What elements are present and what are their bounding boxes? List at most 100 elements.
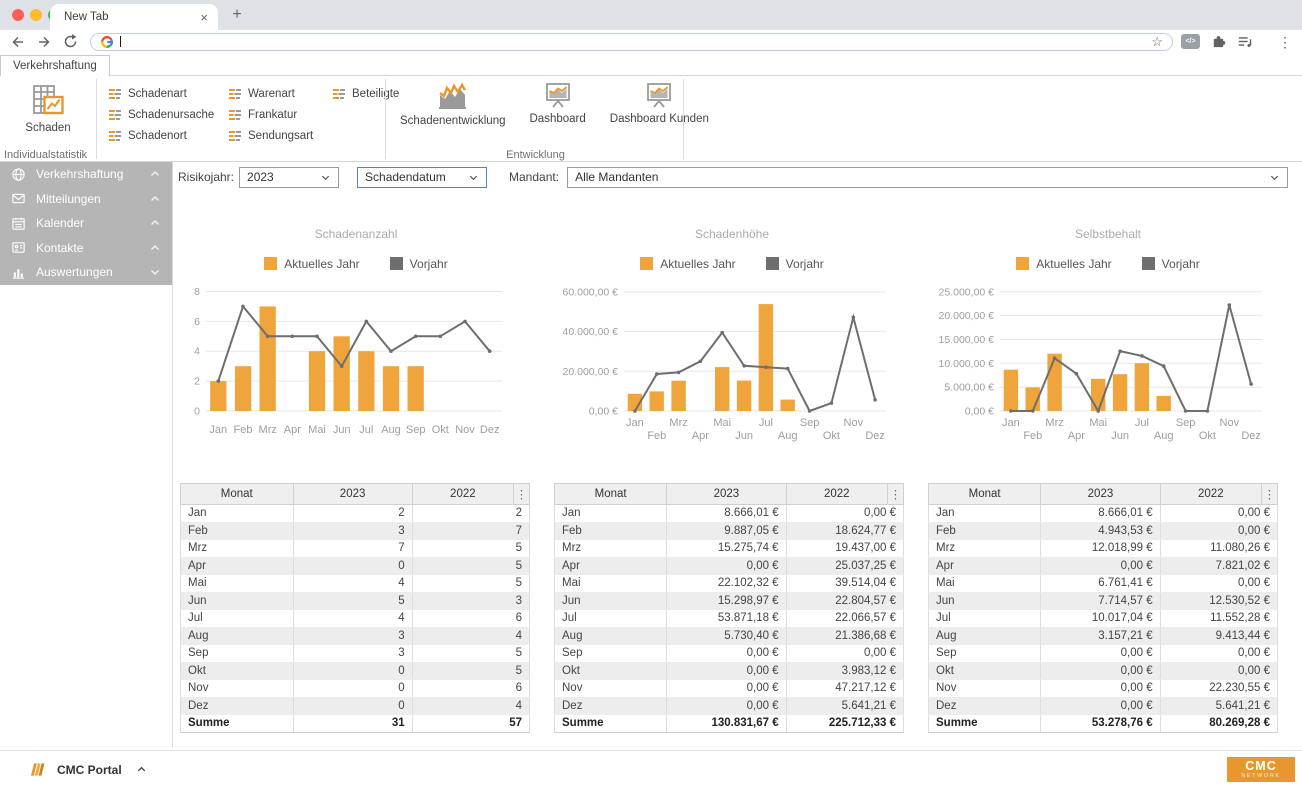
table-row: Mai6.761,41 €0,00 € (929, 575, 1278, 593)
value-2023-cell: 12.018,99 € (1041, 540, 1160, 558)
browser-tab[interactable]: New Tab × (50, 4, 218, 30)
chevron-up-icon[interactable] (149, 217, 161, 229)
minimize-window-button[interactable] (30, 9, 42, 21)
browser-menu-icon[interactable]: ⋮ (1278, 35, 1292, 49)
chevron-up-icon[interactable] (149, 193, 161, 205)
value-2023-cell: 7.714,57 € (1041, 592, 1160, 610)
column-header-2022[interactable]: 2022 (786, 484, 887, 505)
schadendatum-select[interactable]: Schadendatum (357, 167, 487, 188)
chevron-down-icon (1269, 172, 1280, 183)
svg-text:Apr: Apr (284, 424, 301, 436)
media-queue-icon[interactable] (1237, 34, 1253, 49)
svg-text:Okt: Okt (823, 430, 840, 442)
new-tab-button[interactable]: + (228, 6, 246, 24)
table-row: Okt05 (181, 662, 530, 680)
chevron-up-icon[interactable] (149, 242, 161, 254)
extensions-puzzle-icon[interactable] (1211, 34, 1226, 49)
svg-text:Nov: Nov (455, 424, 475, 436)
sidebar-item-kontakte[interactable]: Kontakte (0, 236, 172, 261)
column-header-monat[interactable]: Monat (181, 484, 294, 505)
column-header-2022[interactable]: 2022 (1160, 484, 1261, 505)
month-cell: Jan (555, 505, 667, 523)
table-row: Sep35 (181, 645, 530, 663)
devtools-extension-icon[interactable]: </> (1181, 34, 1200, 49)
chevron-up-icon[interactable] (149, 168, 161, 180)
mandant-label: Mandant: (509, 170, 559, 184)
value-2022-cell: 6 (412, 610, 529, 628)
schaden-button[interactable]: Schaden (0, 76, 96, 134)
ribbon-group-entwicklung: SchadenentwicklungDashboardDashboard Kun… (388, 76, 683, 162)
bar (781, 400, 795, 411)
chevron-up-icon[interactable] (136, 764, 147, 775)
month-cell: Dez (929, 697, 1041, 715)
reload-button[interactable] (60, 32, 80, 52)
mandant-select[interactable]: Alle Mandanten (567, 167, 1288, 188)
chart-schadenhohe: SchadenhöheAktuelles JahrVorjahr0,00 €20… (556, 227, 908, 445)
month-cell: Apr (929, 557, 1041, 575)
value-2023-cell: 4 (293, 610, 412, 628)
column-header-monat[interactable]: Monat (929, 484, 1041, 505)
sidebar-nav: VerkehrshaftungMitteilungenKalender Konta… (0, 162, 172, 285)
sidebar-item-mitteilungen[interactable]: Mitteilungen (0, 187, 172, 212)
column-header-2023[interactable]: 2023 (293, 484, 412, 505)
sidebar-item-verkehrshaftung[interactable]: Verkehrshaftung (0, 162, 172, 187)
table-menu-button[interactable]: ⋮ (1262, 484, 1278, 505)
value-2023-cell: 8.666,01 € (667, 505, 786, 523)
month-cell: Jul (555, 610, 667, 628)
value-2023-cell: 15.275,74 € (667, 540, 786, 558)
ribbon-item-warenart[interactable]: Warenart (222, 83, 318, 104)
filter-bar: Risikojahr: 2023 Schadendatum Mandant: A… (173, 162, 1302, 192)
value-2023-cell: 0 (293, 662, 412, 680)
sidebar-item-label: Auswertungen (36, 265, 113, 279)
legend-item-vorjahr: Vorjahr (766, 257, 824, 271)
value-2022-cell: 3.983,12 € (786, 662, 903, 680)
sum-2023-cell: 31 (293, 715, 412, 733)
sidebar-item-auswertungen[interactable]: Auswertungen (0, 260, 172, 285)
cmc-network-text: NETWORK (1241, 774, 1280, 780)
bookmark-star-icon[interactable]: ☆ (1151, 35, 1163, 48)
schadenentwicklung-button[interactable]: Schadenentwicklung (400, 80, 506, 127)
table-menu-button[interactable]: ⋮ (888, 484, 904, 505)
table-row: Aug3.157,21 €9.413,44 € (929, 627, 1278, 645)
value-2023-cell: 53.871,18 € (667, 610, 786, 628)
contacts-icon (11, 240, 26, 255)
ribbon-item-frankatur[interactable]: Frankatur (222, 104, 318, 125)
svg-text:40.000,00 €: 40.000,00 € (563, 326, 619, 338)
forward-button[interactable] (34, 32, 54, 52)
bar (334, 336, 350, 411)
ribbon-item-schadenursache[interactable]: Schadenursache (102, 104, 214, 125)
value-2022-cell: 5 (412, 645, 529, 663)
ribbon-item-sendungsart[interactable]: Sendungsart (222, 125, 318, 146)
dashboard-kunden-button[interactable]: Dashboard Kunden (610, 80, 709, 127)
month-cell: Jun (555, 592, 667, 610)
value-2022-cell: 22.066,57 € (786, 610, 903, 628)
ribbon-tab-verkehrshaftung[interactable]: Verkehrshaftung (0, 55, 110, 76)
chart-legend: Aktuelles JahrVorjahr (556, 256, 908, 271)
ribbon-item-label: Frankatur (248, 109, 297, 121)
dashboard-button[interactable]: Dashboard (530, 80, 586, 127)
url-input[interactable]: ☆ (90, 33, 1173, 51)
ribbon-item-schadenart[interactable]: Schadenart (102, 83, 214, 104)
table-menu-button[interactable]: ⋮ (514, 484, 530, 505)
ribbon-item-schadenort[interactable]: Schadenort (102, 125, 214, 146)
value-2023-cell: 3 (293, 627, 412, 645)
column-header-monat[interactable]: Monat (555, 484, 667, 505)
month-cell: Okt (181, 662, 294, 680)
column-header-2023[interactable]: 2023 (667, 484, 786, 505)
chevron-down-icon[interactable] (149, 266, 161, 278)
column-header-2022[interactable]: 2022 (412, 484, 513, 505)
value-2023-cell: 0,00 € (667, 662, 786, 680)
month-cell: Sep (181, 645, 294, 663)
ribbon: Verkehrshaftung Schaden Individualstatis… (0, 53, 1302, 162)
column-header-2023[interactable]: 2023 (1041, 484, 1160, 505)
back-button[interactable] (8, 32, 28, 52)
close-window-button[interactable] (12, 9, 24, 21)
line-series (218, 306, 489, 381)
cmc-portal-button[interactable]: CMC Portal (28, 761, 147, 778)
chart-legend: Aktuelles JahrVorjahr (932, 256, 1284, 271)
tab-close-icon[interactable]: × (200, 11, 208, 24)
cmc-network-logo: CMC NETWORK (1227, 757, 1295, 782)
risikojahr-select[interactable]: 2023 (239, 167, 339, 188)
sidebar-item-kalender[interactable]: Kalender (0, 211, 172, 236)
sidebar-item-label: Kontakte (36, 241, 83, 255)
